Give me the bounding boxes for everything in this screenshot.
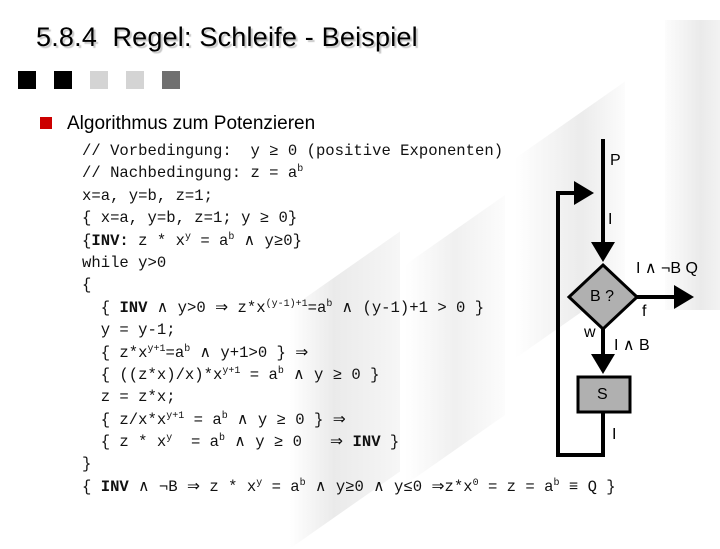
label-invariant: I — [608, 211, 613, 228]
label-false: f — [642, 303, 647, 320]
label-body-precondition: I ∧ B — [614, 337, 650, 354]
label-true: w — [584, 324, 596, 341]
statement-label: S — [597, 386, 608, 403]
label-exit-condition: I ∧ ¬B Q — [636, 260, 698, 277]
flowchart — [556, 139, 694, 457]
decision-label: B ? — [590, 288, 615, 305]
label-body-postcondition: I — [612, 426, 617, 443]
label-precondition: P — [610, 152, 621, 169]
